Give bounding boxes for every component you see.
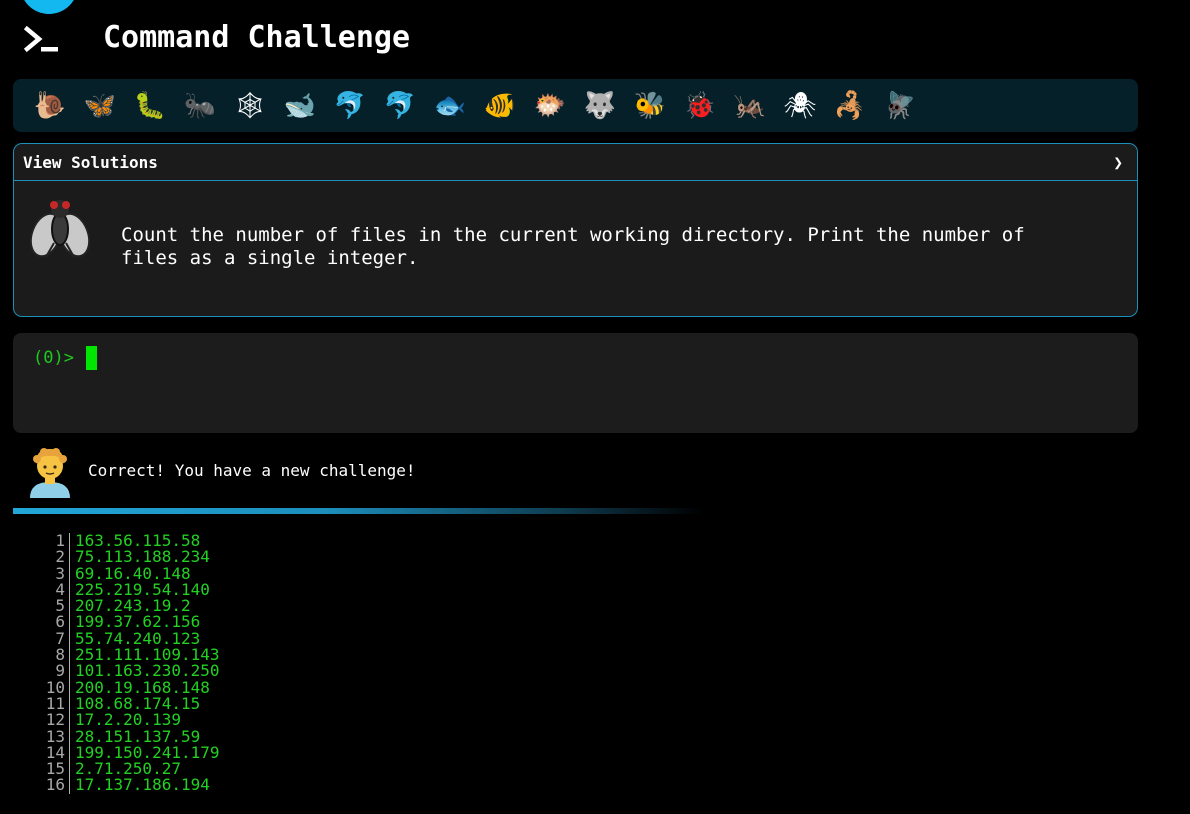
blowfish-icon[interactable]: 🐡 [525,86,575,126]
tropical-fish-icon[interactable]: 🐠 [475,86,525,126]
dolphin-jumping-icon[interactable]: 🐬 [325,86,375,126]
fish-glyph: 🐟 [433,90,467,121]
fly-icon[interactable]: 🪰 [875,86,925,126]
scorpion-icon[interactable]: 🦂 [825,86,875,126]
terminal-cursor [86,346,97,370]
terminal-input-area[interactable]: (0)> [13,333,1138,433]
challenge-body: Count the number of files in the current… [14,181,1137,316]
app-root: Command Challenge 🐌 🦋 🐛 🐜 🕸 🐋 🐬 🐬 🐟 🐠 🐡 🐺 🐝 🐞 🦗 🕷 🦂 🪰 Vie… [0,0,1190,814]
ant-icon[interactable]: 🐜 [175,86,225,126]
dolphin-glyph: 🐬 [383,90,417,121]
dolphin-jumping-glyph: 🐬 [333,90,367,121]
view-solutions-label: View Solutions [23,152,158,172]
caterpillar-icon[interactable]: 🐛 [125,86,175,126]
bee-glyph: 🐝 [633,90,667,121]
fly-glyph: 🪰 [883,90,917,121]
butterfly-icon[interactable]: 🦋 [75,86,125,126]
spider-glyph: 🕷 [783,90,817,121]
challenge-animal-strip: 🐌 🦋 🐛 🐜 🕸 🐋 🐬 🐬 🐟 🐠 🐡 🐺 🐝 🐞 🦗 🕷 🦂 🪰 [13,79,1138,132]
logo-arc [20,0,78,14]
wolf-glyph: 🐺 [583,90,617,121]
page-title: Command Challenge [103,20,411,55]
scorpion-glyph: 🦂 [833,90,867,121]
challenge-panel: View Solutions ❯ Count the number of fil… [13,143,1138,317]
ant-glyph: 🐜 [183,90,217,121]
ladybug-glyph: 🐞 [683,90,717,121]
output-line: 16 17.137.186.194 [40,775,220,795]
user-avatar-icon [30,448,70,498]
snail-icon[interactable]: 🐌 [25,86,75,126]
cricket-glyph: 🦗 [733,90,767,121]
command-output: 1 163.56.115.58 2 75.113.188.234 3 69.16.40.1… [40,532,220,795]
tropical-fish-glyph: 🐠 [483,90,517,121]
bee-icon[interactable]: 🐝 [625,86,675,126]
butterfly-glyph: 🦋 [83,90,117,121]
spider-web-icon[interactable]: 🕸 [225,86,275,126]
snail-glyph: 🐌 [33,90,67,121]
challenge-description: Count the number of files in the current… [121,224,1025,269]
caterpillar-glyph: 🐛 [133,90,167,121]
whale-icon[interactable]: 🐋 [275,86,325,126]
terminal-prompt-icon [24,26,58,53]
dolphin-icon[interactable]: 🐬 [375,86,425,126]
spider-icon[interactable]: 🕷 [775,86,825,126]
fish-icon[interactable]: 🐟 [425,86,475,126]
whale-glyph: 🐋 [283,90,317,121]
cricket-icon[interactable]: 🦗 [725,86,775,126]
fly-icon [29,200,91,258]
blowfish-glyph: 🐡 [533,90,567,121]
status-divider [13,508,703,514]
line-number: 16 [40,777,70,794]
chevron-right-icon: ❯ [1113,152,1123,172]
status-message: Correct! You have a new challenge! [88,461,416,480]
view-solutions-toggle[interactable]: View Solutions ❯ [14,144,1137,181]
ladybug-icon[interactable]: 🐞 [675,86,725,126]
line-value: 17.137.186.194 [75,775,210,795]
terminal-prompt: (0)> [33,348,74,368]
wolf-icon[interactable]: 🐺 [575,86,625,126]
spider-web-glyph: 🕸 [233,90,267,121]
